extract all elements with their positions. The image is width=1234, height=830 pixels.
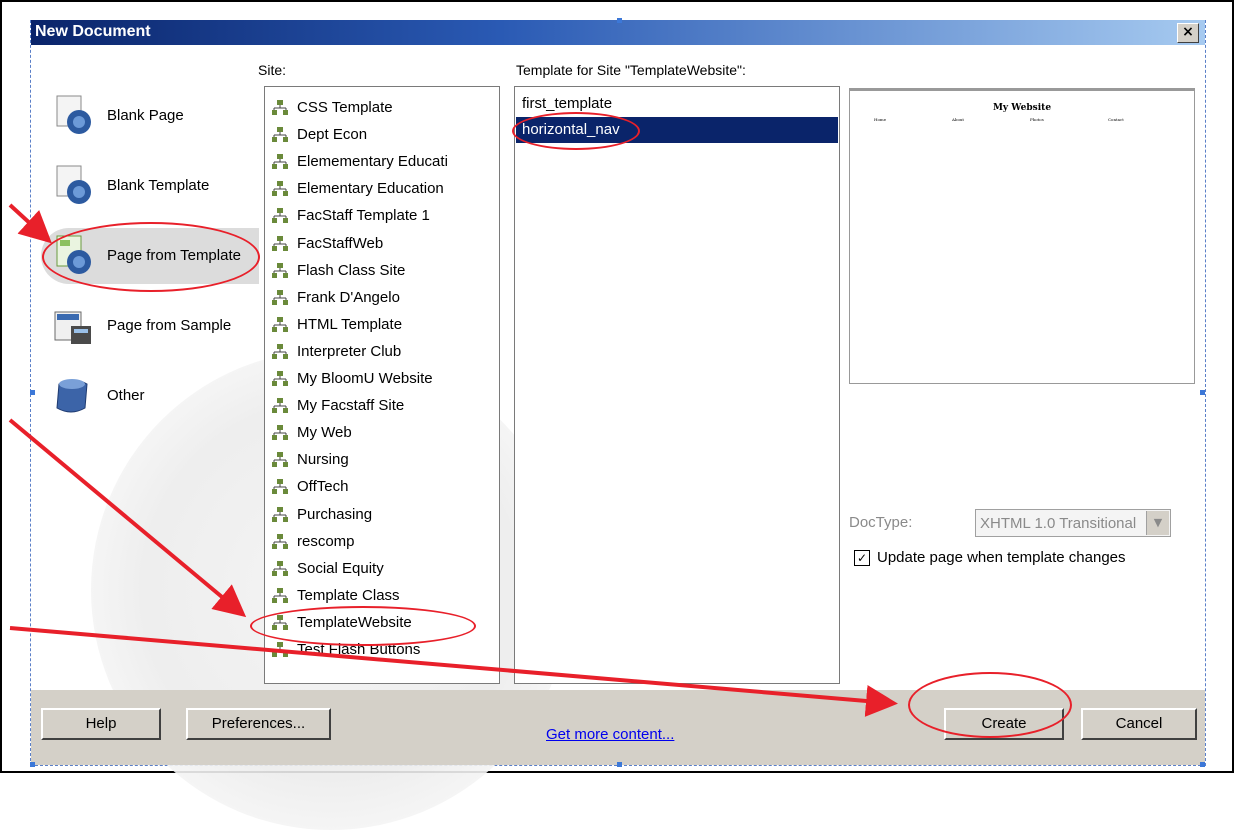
annotation-arrows — [8, 203, 898, 717]
